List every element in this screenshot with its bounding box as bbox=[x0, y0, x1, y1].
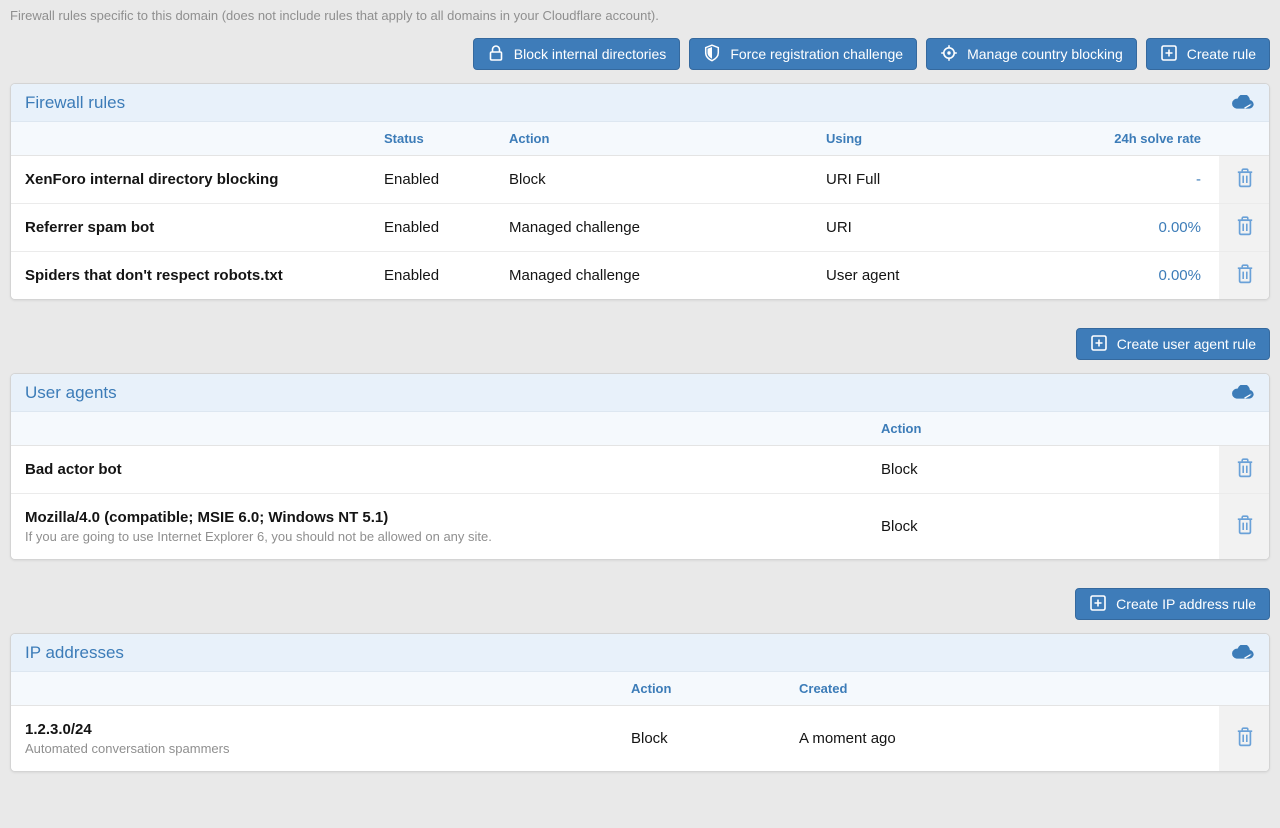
rule-using: User agent bbox=[826, 252, 1041, 300]
ip-addresses-panel-header: IP addresses bbox=[11, 634, 1269, 672]
column-header-delete bbox=[1219, 122, 1270, 156]
user-agents-panel: User agents Action Bad actor bot Block bbox=[10, 373, 1270, 560]
trash-icon bbox=[1235, 168, 1255, 191]
create-ip-address-rule-button[interactable]: Create IP address rule bbox=[1075, 588, 1270, 620]
rule-name: Referrer spam bot bbox=[25, 219, 154, 236]
rule-using: URI bbox=[826, 204, 1041, 252]
ip-addresses-panel: IP addresses Action Created 1.2.3.0/24 A… bbox=[10, 633, 1270, 772]
rule-action: Managed challenge bbox=[509, 204, 826, 252]
trash-icon bbox=[1235, 264, 1255, 287]
solve-rate-link[interactable]: 0.00% bbox=[1158, 267, 1201, 284]
table-row: Referrer spam bot Enabled Managed challe… bbox=[11, 204, 1270, 252]
user-agents-panel-header: User agents bbox=[11, 374, 1269, 412]
rule-using: URI Full bbox=[826, 156, 1041, 204]
ip-address-action: Block bbox=[631, 706, 799, 772]
trash-icon bbox=[1235, 727, 1255, 750]
table-header-row: Action bbox=[11, 412, 1270, 446]
column-header-delete bbox=[1219, 412, 1270, 446]
ip-addresses-table: Action Created 1.2.3.0/24 Automated conv… bbox=[11, 672, 1270, 771]
create-rule-button[interactable]: Create rule bbox=[1146, 38, 1270, 70]
table-header-row: Action Created bbox=[11, 672, 1270, 706]
delete-rule-button[interactable] bbox=[1229, 260, 1261, 291]
column-header-using: Using bbox=[826, 122, 1041, 156]
page-description: Firewall rules specific to this domain (… bbox=[0, 0, 1280, 23]
column-header-name bbox=[11, 672, 631, 706]
cloudflare-cloud-icon bbox=[1230, 645, 1255, 660]
panel-title: User agents bbox=[25, 383, 117, 403]
firewall-rules-panel-header: Firewall rules bbox=[11, 84, 1269, 122]
plus-square-icon bbox=[1090, 334, 1108, 355]
column-header-solve-rate: 24h solve rate bbox=[1041, 122, 1219, 156]
ip-address-description: Automated conversation spammers bbox=[25, 741, 631, 756]
column-header-created: Created bbox=[799, 672, 1219, 706]
column-header-action: Action bbox=[881, 412, 1219, 446]
column-header-action: Action bbox=[631, 672, 799, 706]
column-header-name bbox=[11, 122, 384, 156]
rule-action: Managed challenge bbox=[509, 252, 826, 300]
button-label: Manage country blocking bbox=[967, 46, 1123, 62]
lock-icon bbox=[487, 44, 505, 65]
rule-name: Spiders that don't respect robots.txt bbox=[25, 267, 283, 284]
trash-icon bbox=[1235, 515, 1255, 538]
rule-status: Enabled bbox=[384, 204, 509, 252]
button-label: Create rule bbox=[1187, 46, 1256, 62]
force-registration-challenge-button[interactable]: Force registration challenge bbox=[689, 38, 917, 70]
panel-title: Firewall rules bbox=[25, 93, 125, 113]
user-agent-action: Block bbox=[881, 494, 1219, 560]
plus-square-icon bbox=[1089, 594, 1107, 615]
location-crosshairs-icon bbox=[940, 44, 958, 65]
toolbar: Block internal directories Force registr… bbox=[0, 23, 1280, 70]
trash-icon bbox=[1235, 458, 1255, 481]
table-row: Spiders that don't respect robots.txt En… bbox=[11, 252, 1270, 300]
user-agents-table: Action Bad actor bot Block Mozilla/4.0 (… bbox=[11, 412, 1270, 559]
table-row: Mozilla/4.0 (compatible; MSIE 6.0; Windo… bbox=[11, 494, 1270, 560]
create-user-agent-rule-button[interactable]: Create user agent rule bbox=[1076, 328, 1270, 360]
column-header-status: Status bbox=[384, 122, 509, 156]
delete-user-agent-button[interactable] bbox=[1229, 511, 1261, 542]
table-row: 1.2.3.0/24 Automated conversation spamme… bbox=[11, 706, 1270, 772]
rule-solve-rate: - bbox=[1041, 156, 1219, 204]
solve-rate-link[interactable]: 0.00% bbox=[1158, 219, 1201, 236]
delete-user-agent-button[interactable] bbox=[1229, 454, 1261, 485]
column-header-name bbox=[11, 412, 881, 446]
rule-action: Block bbox=[509, 156, 826, 204]
button-label: Block internal directories bbox=[514, 46, 667, 62]
user-agent-action: Block bbox=[881, 446, 1219, 494]
button-label: Create IP address rule bbox=[1116, 596, 1256, 612]
user-agent-name: Bad actor bot bbox=[25, 461, 122, 478]
plus-square-icon bbox=[1160, 44, 1178, 65]
firewall-rules-panel: Firewall rules Status Action Using 24h s… bbox=[10, 83, 1270, 300]
button-label: Force registration challenge bbox=[730, 46, 903, 62]
cloudflare-cloud-icon bbox=[1230, 95, 1255, 110]
delete-rule-button[interactable] bbox=[1229, 164, 1261, 195]
shield-icon bbox=[703, 44, 721, 65]
delete-ip-address-button[interactable] bbox=[1229, 723, 1261, 754]
column-header-action: Action bbox=[509, 122, 826, 156]
delete-rule-button[interactable] bbox=[1229, 212, 1261, 243]
ip-addresses-actions: Create IP address rule bbox=[0, 560, 1280, 620]
panel-title: IP addresses bbox=[25, 643, 124, 663]
firewall-rules-table: Status Action Using 24h solve rate XenFo… bbox=[11, 122, 1270, 299]
button-label: Create user agent rule bbox=[1117, 336, 1256, 352]
rule-status: Enabled bbox=[384, 156, 509, 204]
user-agent-description: If you are going to use Internet Explore… bbox=[25, 529, 881, 544]
rule-name: XenForo internal directory blocking bbox=[25, 171, 278, 188]
rule-status: Enabled bbox=[384, 252, 509, 300]
manage-country-blocking-button[interactable]: Manage country blocking bbox=[926, 38, 1137, 70]
user-agents-actions: Create user agent rule bbox=[0, 300, 1280, 360]
table-header-row: Status Action Using 24h solve rate bbox=[11, 122, 1270, 156]
table-row: Bad actor bot Block bbox=[11, 446, 1270, 494]
cloudflare-cloud-icon bbox=[1230, 385, 1255, 400]
column-header-delete bbox=[1219, 672, 1270, 706]
table-row: XenForo internal directory blocking Enab… bbox=[11, 156, 1270, 204]
trash-icon bbox=[1235, 216, 1255, 239]
ip-address-name: 1.2.3.0/24 bbox=[25, 721, 631, 738]
ip-address-created: A moment ago bbox=[799, 706, 1219, 772]
firewall-admin-page: Firewall rules specific to this domain (… bbox=[0, 0, 1280, 828]
block-internal-directories-button[interactable]: Block internal directories bbox=[473, 38, 681, 70]
user-agent-name: Mozilla/4.0 (compatible; MSIE 6.0; Windo… bbox=[25, 509, 881, 526]
